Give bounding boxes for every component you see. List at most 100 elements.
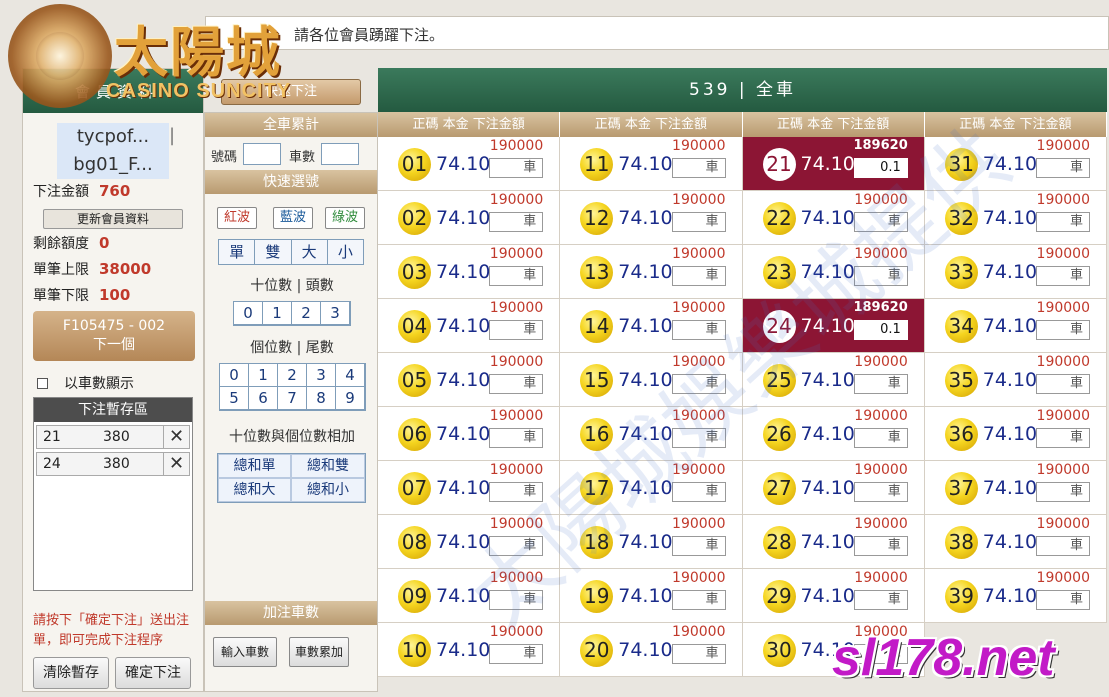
- bet-amount-input[interactable]: 車: [853, 428, 908, 448]
- number-ball[interactable]: 26: [762, 418, 796, 451]
- bet-amount-input[interactable]: 車: [1036, 158, 1090, 178]
- number-cell[interactable]: 01 74.10 190000 車: [378, 137, 561, 191]
- number-cell[interactable]: 11 74.10 190000 車: [560, 137, 743, 191]
- count-input[interactable]: [321, 143, 359, 165]
- update-member-button[interactable]: 更新會員資料: [43, 209, 183, 229]
- number-ball[interactable]: 13: [580, 256, 614, 289]
- number-cell[interactable]: 38 74.10 190000 車: [924, 515, 1107, 569]
- bet-amount-input[interactable]: 車: [1036, 482, 1090, 502]
- number-ball[interactable]: 04: [398, 310, 431, 343]
- number-cell[interactable]: 17 74.10 190000 車: [560, 461, 743, 515]
- bet-amount-input[interactable]: 車: [1036, 374, 1090, 394]
- bet-amount-input[interactable]: 車: [1036, 320, 1090, 340]
- number-cell[interactable]: 22 74.10 190000 車: [742, 191, 925, 245]
- number-cell[interactable]: 07 74.10 190000 車: [378, 461, 561, 515]
- number-cell[interactable]: 10 74.10 190000 車: [378, 623, 561, 677]
- number-ball[interactable]: 30: [762, 634, 796, 667]
- checkbox-box[interactable]: [37, 378, 48, 389]
- bet-amount-input[interactable]: 車: [853, 536, 908, 556]
- tens-digit-button[interactable]: 0: [234, 302, 263, 325]
- tens-digit-button[interactable]: 2: [292, 302, 321, 325]
- number-ball[interactable]: 31: [944, 148, 978, 181]
- number-ball[interactable]: 34: [944, 310, 978, 343]
- show-by-count-checkbox[interactable]: 以車數顯示: [37, 373, 134, 393]
- number-cell[interactable]: 14 74.10 190000 車: [560, 299, 743, 353]
- units-digit-button[interactable]: 9: [336, 387, 365, 410]
- units-digit-button[interactable]: 2: [278, 364, 307, 387]
- bet-amount-input[interactable]: 車: [1036, 212, 1090, 232]
- bet-amount-input[interactable]: 車: [853, 212, 908, 232]
- number-ball[interactable]: 20: [580, 634, 614, 667]
- bet-amount-input[interactable]: 車: [671, 212, 726, 232]
- number-ball[interactable]: 07: [398, 472, 431, 505]
- number-cell[interactable]: 34 74.10 190000 車: [924, 299, 1107, 353]
- number-ball[interactable]: 17: [580, 472, 614, 505]
- number-ball[interactable]: 22: [762, 202, 796, 235]
- delete-icon[interactable]: ✕: [163, 426, 189, 448]
- bet-amount-input[interactable]: 車: [489, 590, 544, 610]
- units-digit-button[interactable]: 6: [249, 387, 278, 410]
- number-cell[interactable]: 36 74.10 190000 車: [924, 407, 1107, 461]
- number-cell[interactable]: 06 74.10 190000 車: [378, 407, 561, 461]
- number-ball[interactable]: 09: [398, 580, 431, 613]
- number-ball[interactable]: 10: [398, 634, 431, 667]
- bet-amount-input[interactable]: 車: [853, 482, 908, 502]
- number-ball[interactable]: 38: [944, 526, 978, 559]
- bet-amount-input[interactable]: 車: [1036, 266, 1090, 286]
- number-cell[interactable]: 31 74.10 190000 車: [924, 137, 1107, 191]
- bet-amount-input[interactable]: 車: [489, 212, 544, 232]
- number-ball[interactable]: 18: [580, 526, 614, 559]
- bet-amount-input[interactable]: 車: [671, 266, 726, 286]
- bet-amount-input[interactable]: 車: [671, 482, 726, 502]
- number-ball[interactable]: 37: [944, 472, 978, 505]
- bet-amount-input[interactable]: 車: [1036, 590, 1090, 610]
- number-input[interactable]: [243, 143, 281, 165]
- units-digit-button[interactable]: 7: [278, 387, 307, 410]
- number-ball[interactable]: 03: [398, 256, 431, 289]
- delete-icon[interactable]: ✕: [163, 453, 189, 475]
- confirm-bet-button[interactable]: 確定下注: [115, 657, 191, 689]
- number-cell[interactable]: 39 74.10 190000 車: [924, 569, 1107, 623]
- bet-amount-input[interactable]: 車: [671, 374, 726, 394]
- units-digit-button[interactable]: 0: [220, 364, 249, 387]
- number-cell[interactable]: 18 74.10 190000 車: [560, 515, 743, 569]
- number-cell[interactable]: 24 74.10 189620 0.1: [742, 299, 925, 353]
- number-ball[interactable]: 11: [580, 148, 614, 181]
- bet-amount-input[interactable]: 車: [489, 266, 544, 286]
- number-ball[interactable]: 29: [762, 580, 796, 613]
- input-count-button[interactable]: 輸入車數: [213, 637, 277, 667]
- bet-amount-input[interactable]: 車: [489, 482, 544, 502]
- number-ball[interactable]: 33: [944, 256, 978, 289]
- number-cell[interactable]: 21 74.10 189620 0.1: [742, 137, 925, 191]
- units-digit-button[interactable]: 3: [307, 364, 336, 387]
- number-ball[interactable]: 12: [580, 202, 614, 235]
- number-cell[interactable]: 04 74.10 190000 車: [378, 299, 561, 353]
- number-ball[interactable]: 16: [580, 418, 614, 451]
- number-ball[interactable]: 02: [398, 202, 431, 235]
- bet-amount-input[interactable]: 車: [1036, 428, 1090, 448]
- sum-small-button[interactable]: 總和小: [291, 478, 365, 502]
- red-wave-button[interactable]: 紅波: [217, 207, 257, 229]
- big-button[interactable]: 大: [291, 240, 328, 264]
- clear-staging-button[interactable]: 清除暫存: [33, 657, 109, 689]
- units-digit-button[interactable]: 1: [249, 364, 278, 387]
- number-cell[interactable]: 23 74.10 190000 車: [742, 245, 925, 299]
- sum-even-button[interactable]: 總和雙: [291, 454, 365, 478]
- number-cell[interactable]: 26 74.10 190000 車: [742, 407, 925, 461]
- number-cell[interactable]: 37 74.10 190000 車: [924, 461, 1107, 515]
- number-ball[interactable]: 32: [944, 202, 978, 235]
- bet-amount-input[interactable]: 車: [853, 590, 908, 610]
- number-cell[interactable]: 28 74.10 190000 車: [742, 515, 925, 569]
- number-cell[interactable]: 20 74.10 190000 車: [560, 623, 743, 677]
- number-ball[interactable]: 36: [944, 418, 978, 451]
- number-cell[interactable]: 09 74.10 190000 車: [378, 569, 561, 623]
- number-ball[interactable]: 14: [580, 310, 614, 343]
- bet-amount-input[interactable]: 車: [671, 590, 726, 610]
- number-ball[interactable]: 28: [762, 526, 796, 559]
- number-ball[interactable]: 25: [762, 364, 796, 397]
- number-cell[interactable]: 19 74.10 190000 車: [560, 569, 743, 623]
- odd-button[interactable]: 單: [219, 240, 256, 264]
- number-ball[interactable]: 19: [580, 580, 614, 613]
- number-ball[interactable]: 39: [944, 580, 978, 613]
- number-cell[interactable]: 29 74.10 190000 車: [742, 569, 925, 623]
